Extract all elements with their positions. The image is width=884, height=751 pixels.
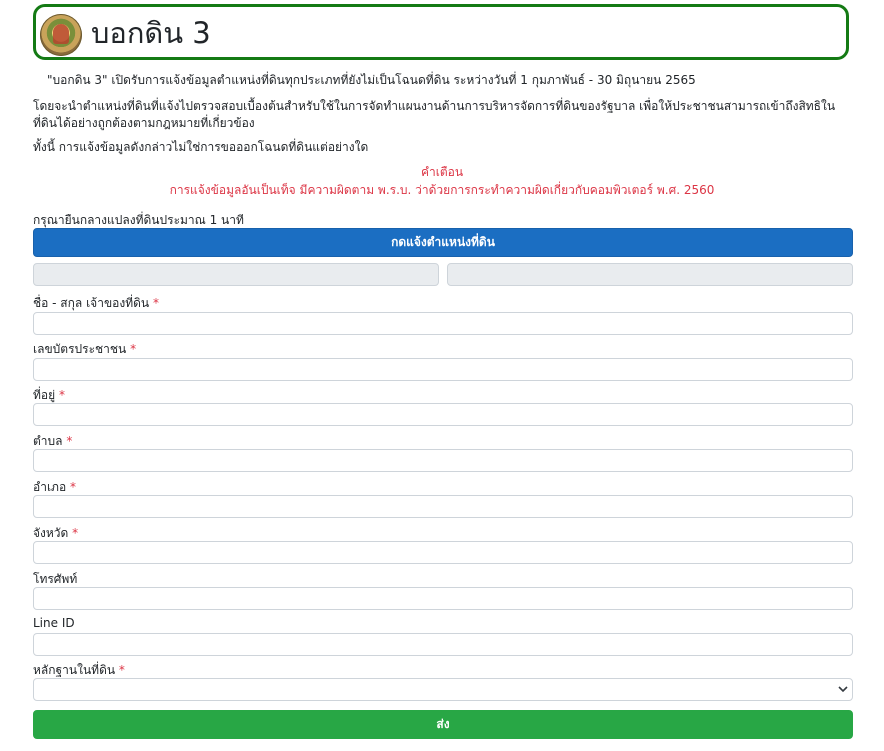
required-mark: *	[70, 480, 76, 494]
submit-button[interactable]: ส่ง	[33, 710, 853, 739]
province-input[interactable]	[33, 541, 853, 564]
phone-input[interactable]	[33, 587, 853, 610]
required-mark: *	[130, 342, 137, 356]
address-input[interactable]	[33, 403, 853, 426]
required-mark: *	[72, 526, 79, 540]
line-id-input[interactable]	[33, 633, 853, 656]
department-seal-icon	[40, 14, 82, 56]
latitude-field	[33, 263, 439, 286]
evidence-select[interactable]	[33, 678, 853, 701]
longitude-field	[447, 263, 853, 286]
id-card-label: เลขบัตรประชาชน *	[33, 342, 137, 356]
line-id-label: Line ID	[33, 616, 75, 630]
required-mark: *	[58, 388, 65, 402]
intro-text-3: ทั้งนี้ การแจ้งข้อมูลดังกล่าวไม่ใช่การขอ…	[33, 140, 369, 154]
page-header: บอกดิน 3	[33, 4, 849, 60]
required-mark: *	[66, 434, 73, 448]
warning-text: การแจ้งข้อมูลอันเป็นเท็จ มีความผิดตาม พ.…	[169, 183, 715, 197]
district-input[interactable]	[33, 495, 853, 518]
report-location-button[interactable]: กดแจ้งตำแหน่งที่ดิน	[33, 228, 853, 257]
warning-title: คำเตือน	[420, 165, 464, 179]
intro-text-2: โดยจะนำตำแหน่งที่ดินที่แจ้งไปตรวจสอบเบื้…	[33, 99, 836, 130]
required-mark: *	[118, 663, 125, 677]
chevron-down-icon	[838, 686, 848, 693]
page-title: บอกดิน 3	[91, 16, 211, 50]
subdistrict-input[interactable]	[33, 449, 853, 472]
intro-text-1: "บอกดิน 3" เปิดรับการแจ้งข้อมูลตำแหน่งที…	[47, 73, 696, 87]
owner-name-label: ชื่อ - สกุล เจ้าของที่ดิน *	[33, 296, 159, 310]
owner-name-input[interactable]	[33, 312, 853, 335]
id-card-input[interactable]	[33, 358, 853, 381]
required-mark: *	[152, 296, 159, 310]
